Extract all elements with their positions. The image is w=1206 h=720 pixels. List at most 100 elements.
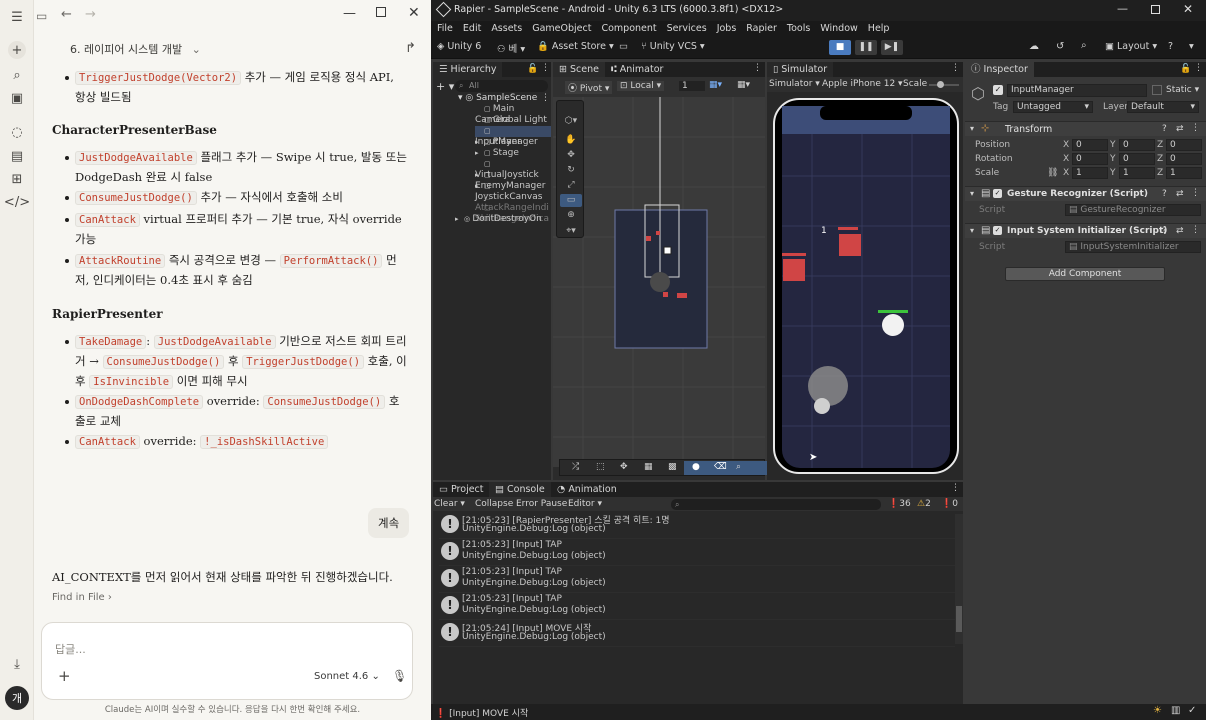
asset-store-button[interactable]: 🔒 Asset Store ▾ [537,41,614,52]
box-fill-icon[interactable]: ▩ [668,462,677,472]
lock-icon[interactable]: 🔓 [1180,64,1191,74]
briefcase-icon[interactable]: ▣ [7,88,27,108]
hierarchy-item[interactable]: ▢ AttackRangeIndi [475,192,551,213]
console-log-entry[interactable]: ! [21:05:23] [Input] TAP UnityEngine.Debug… [439,593,955,620]
hierarchy-item[interactable]: ▢ SkillRangeIndica [475,203,551,224]
log-count[interactable]: ❗36 [888,499,911,509]
progress-icon[interactable]: ▥ [1171,705,1180,716]
scale-slider[interactable] [929,81,959,88]
panel-menu-icon[interactable]: ⋮ [951,63,960,73]
back-arrow-icon[interactable]: ← [61,7,72,22]
menu-item-tools[interactable]: Tools [787,23,810,34]
move-tool-icon[interactable]: ✥ [560,149,582,162]
zoom-icon[interactable]: ⌕ [736,462,741,472]
joystick-background[interactable] [808,366,848,406]
chat-bubble-icon[interactable]: ◌ [7,122,27,142]
grid-visibility-icon[interactable]: ▦▾ [737,80,750,90]
projects-icon[interactable]: ▤ [7,146,27,166]
forward-arrow-icon[interactable]: → [85,7,96,22]
editor-dropdown[interactable]: Editor ▾ [568,499,602,509]
menu-item-edit[interactable]: Edit [463,23,481,34]
menu-item-assets[interactable]: Assets [491,23,522,34]
game-view[interactable]: 1 [782,106,950,468]
menu-item-help[interactable]: Help [868,23,890,34]
hand-tool-icon[interactable]: ✋ [560,134,582,147]
search-icon[interactable]: ⌕ [1081,40,1087,51]
panel-menu-icon[interactable]: ⋮ [541,63,550,73]
search-icon[interactable]: ⌕ [7,65,27,85]
layout-dropdown[interactable]: ▣ Layout ▾ [1105,41,1157,52]
help-icon[interactable]: ? [1168,41,1173,52]
find-in-file-link[interactable]: Find in File › [52,592,112,603]
move-icon[interactable]: ✥ [620,462,628,472]
picker-icon[interactable]: ● [692,462,700,472]
hierarchy-search[interactable]: ⌕ All [455,80,548,92]
step-button[interactable]: ▶❚ [881,40,903,55]
tab-animation[interactable]: ◔ Animation [551,482,623,497]
local-dropdown[interactable]: ⊡ Local ▾ [617,81,665,91]
conversation-title[interactable]: 6. 레이피어 시스템 개발 ⌄ [70,41,201,57]
unity-account-button[interactable]: ◈ Unity 6 [437,41,481,52]
panel-menu-icon[interactable]: ⋮ [753,63,762,73]
menu-item-rapier[interactable]: Rapier [746,23,777,34]
close-icon[interactable]: ✕ [1183,2,1193,16]
account-dropdown[interactable]: ⚇ 베 ▾ [497,41,525,55]
console-log-entry[interactable]: ! [21:05:24] [Input] MOVE 시작 UnityEngine.D… [439,620,955,647]
menu-item-window[interactable]: Window [820,23,857,34]
scene-viewport[interactable] [553,97,765,467]
artifacts-icon[interactable]: ⊞ [7,169,27,189]
panel-menu-icon[interactable]: ⋮ [1194,63,1203,73]
reply-input[interactable]: 답글... [55,641,86,657]
static-checkbox[interactable] [1152,85,1162,95]
enabled-checkbox[interactable]: ✓ [993,226,1002,235]
package-icon[interactable]: ▭ [619,41,628,52]
tab-animator[interactable]: ⑆ Animator [605,62,669,77]
scale-slider-thumb[interactable] [937,81,944,88]
tab-simulator[interactable]: ▯ Simulator [767,62,834,77]
hierarchy-item[interactable]: ▸ ▢ JoystickCanvas [475,181,551,202]
menu-item-component[interactable]: Component [601,23,656,34]
maximize-icon[interactable] [1151,5,1160,14]
console-log-entry[interactable]: ! [21:05:23] [Input] TAP UnityEngine.Debug… [439,539,955,566]
scene-root[interactable]: ▾ ◎ SampleScene [458,93,537,103]
hierarchy-item[interactable]: ▸ ▢ Stage [475,148,519,159]
tilemap-tool-icon[interactable]: ⤮ [572,462,579,472]
sidebar-toggle-icon[interactable]: ▭ [36,9,47,23]
brush-icon[interactable]: ▦ [644,462,653,472]
tab-console[interactable]: ▤ Console [489,482,551,497]
hierarchy-item[interactable]: ▢ Global Light 2D [475,115,551,136]
transform-pos-z-field[interactable]: 0 [1166,139,1202,151]
transform-tool-icon[interactable]: ⊕ [560,209,582,222]
hierarchy-item[interactable]: ▸ ▢ EnemyManager [475,170,551,191]
new-chat-icon[interactable]: + [8,41,26,59]
transform-scl-x-field[interactable]: 1 [1072,167,1108,179]
grid-size-field[interactable]: 1 [679,81,705,91]
scene-menu-icon[interactable]: ⋮ [541,93,550,103]
cloud-icon[interactable]: ☁ [1029,41,1039,52]
console-log-entry[interactable]: ! [21:05:23] [RapierPresenter] 스킬 공격 히트: … [439,512,955,539]
tab-project[interactable]: ▭ Project [433,482,490,497]
link-icon[interactable]: ⛓ [1047,168,1058,178]
active-checkbox[interactable]: ✓ [993,85,1003,95]
transform-rot-x-field[interactable]: 0 [1072,153,1108,165]
close-icon[interactable]: ✕ [408,5,420,21]
pivot-dropdown[interactable]: ⦿ Pivot ▾ [565,81,613,94]
lock-icon[interactable]: 🔓 [527,64,538,74]
hierarchy-item[interactable]: ▸ ◎ DontDestroyOn [455,214,542,225]
hierarchy-item[interactable]: ▢ InputManager [475,126,551,147]
component-menu-icon[interactable]: ⋮ [1191,225,1200,235]
scrollbar-thumb[interactable] [956,606,962,632]
component-menu-icon[interactable]: ⋮ [1191,123,1200,133]
microphone-icon[interactable]: 🎙 [392,669,407,683]
component-header[interactable]: ▾ ▤ ✓ Input System Initializer (Script) … [965,223,1206,238]
maximize-icon[interactable] [376,7,386,17]
device-dropdown[interactable]: Apple iPhone 12 ▾ [822,79,903,89]
expand-arrow-icon[interactable]: ▸ [475,137,484,148]
tab-inspector[interactable]: ⓘ Inspector [965,62,1034,77]
preset-icon[interactable]: ⇄ [1176,226,1184,236]
rect-tool-icon[interactable]: ▭ [560,194,582,207]
settings-icon[interactable]: ▾ [1189,41,1194,52]
joystick-handle[interactable] [814,398,830,414]
help-icon[interactable]: ? [1162,124,1167,134]
transform-scl-y-field[interactable]: 1 [1119,167,1155,179]
